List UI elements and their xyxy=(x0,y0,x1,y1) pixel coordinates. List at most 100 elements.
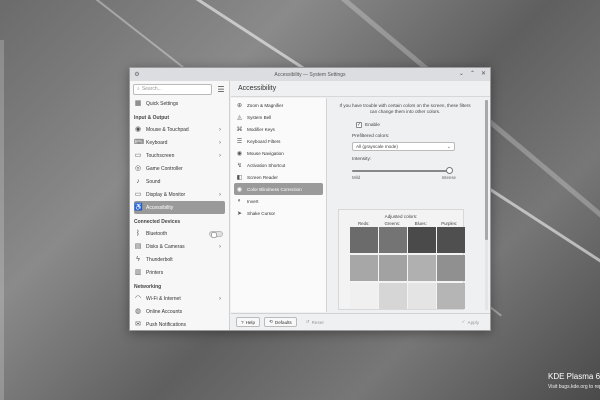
slider-labels: Mild Intense xyxy=(352,175,456,180)
intensity-label: Intensity: xyxy=(352,157,372,162)
category-item-activation-shortcut[interactable]: ↯ Activation Shortcut xyxy=(231,159,326,171)
footer-toolbar: ? Help ⟲ Defaults ↺ Reset ✓ Apply xyxy=(231,313,490,330)
color-column-header: Blues: xyxy=(414,221,427,226)
category-item-invert[interactable]: ◐ Invert xyxy=(231,195,326,207)
reset-button[interactable]: ↺ Reset xyxy=(301,317,329,327)
search-input[interactable]: ⌕ Search... xyxy=(133,83,212,95)
sidebar-item-online-accounts[interactable]: ◍ Online Accounts xyxy=(130,305,229,318)
prefiltered-select[interactable]: All (grayscale mode) ⌄ xyxy=(352,142,455,151)
sidebar-item-display-monitor[interactable]: ▭ Display & Monitor › xyxy=(130,188,229,201)
category-item-mouse-navigation[interactable]: ◉ Mouse Navigation xyxy=(231,147,326,159)
sidebar-item-mouse-touchpad[interactable]: ◉ Mouse & Touchpad › xyxy=(130,123,229,136)
sidebar-item-label: Sound xyxy=(146,178,161,185)
accessibility-icon: ♿ xyxy=(134,203,143,211)
intensity-slider[interactable] xyxy=(352,167,453,174)
bell-icon: ◬ xyxy=(237,114,242,121)
checkbox-check-icon[interactable]: ✓ xyxy=(356,122,362,128)
thunderbolt-icon: ϟ xyxy=(136,255,140,263)
gamepad-icon: ◎ xyxy=(134,164,142,172)
sidebar-item-keyboard[interactable]: ⌨ Keyboard › xyxy=(130,136,229,149)
category-item-color-blindness-correction[interactable]: ◉ Color Blindness Correction xyxy=(234,183,323,195)
category-item-shake-cursor[interactable]: ➤ Shake Cursor xyxy=(231,207,326,219)
sidebar: ⌕ Search... ☰ ▦ Quick Settings Input & Out… xyxy=(130,81,230,330)
slider-max-label: Intense xyxy=(441,175,456,180)
screen-reader-icon: ◧ xyxy=(236,174,243,181)
color-swatch xyxy=(379,255,407,281)
sidebar-item-accessibility[interactable]: ♿ Accessibility xyxy=(134,201,225,214)
kde-brand-title: KDE Plasma 6.6 xyxy=(548,372,600,381)
search-icon: ⌕ xyxy=(137,86,140,92)
sidebar-item-label: Keyboard xyxy=(146,139,168,146)
sidebar-toolbar: ⌕ Search... ☰ xyxy=(130,81,229,97)
sidebar-item-bluetooth[interactable]: ᛒ Bluetooth xyxy=(130,227,229,240)
description-text: If you have trouble with certain colors … xyxy=(339,103,471,114)
slider-handle[interactable] xyxy=(445,167,453,174)
category-item-label: Shake Cursor xyxy=(247,210,276,216)
accounts-icon: ◍ xyxy=(134,307,142,315)
sidebar-item-game-controller[interactable]: ◎ Game Controller xyxy=(130,162,229,175)
category-item-keyboard-filters[interactable]: ☰ Keyboard Filters xyxy=(231,135,326,147)
window-title: Accessibility — System Settings xyxy=(274,71,346,78)
sidebar-item-wi-fi-internet[interactable]: ◠ Wi-Fi & Internet › xyxy=(130,292,229,305)
category-item-label: System Bell xyxy=(247,114,272,120)
sidebar-item-printers[interactable]: ▥ Printers xyxy=(130,266,229,279)
color-swatch xyxy=(437,283,465,309)
chevron-right-icon: › xyxy=(219,139,221,146)
apply-button[interactable]: ✓ Apply xyxy=(457,317,484,327)
color-swatch xyxy=(408,227,436,253)
category-item-label: Mouse Navigation xyxy=(247,150,284,156)
invert-icon: ◐ xyxy=(237,198,242,204)
color-swatch xyxy=(350,255,378,281)
bluetooth-toggle[interactable] xyxy=(209,230,223,238)
filter-icon: ☰ xyxy=(236,138,243,145)
search-placeholder: Search... xyxy=(141,86,162,92)
hamburger-menu-icon[interactable]: ☰ xyxy=(216,85,226,94)
category-item-system-bell[interactable]: ◬ System Bell xyxy=(231,111,326,123)
sidebar-item-sound[interactable]: ♪ Sound xyxy=(130,175,229,188)
category-item-screen-reader[interactable]: ◧ Screen Reader xyxy=(231,171,326,183)
adjusted-colors-title: Adjusted colors: xyxy=(384,214,418,219)
category-item-label: Zoom & Magnifier xyxy=(247,102,284,108)
help-label: Help xyxy=(245,319,256,325)
scrollbar-thumb[interactable] xyxy=(485,100,488,240)
category-item-label: Activation Shortcut xyxy=(247,162,286,168)
chevron-right-icon: › xyxy=(219,191,221,198)
category-item-label: Invert xyxy=(247,198,259,204)
category-item-label: Screen Reader xyxy=(247,174,278,180)
sidebar-item-label: Display & Monitor xyxy=(146,191,186,198)
cursor-icon: ➤ xyxy=(236,210,243,217)
category-item-zoom-magnifier[interactable]: ⊕ Zoom & Magnifier xyxy=(231,99,326,111)
content-scrollbar[interactable] xyxy=(485,100,488,310)
key-icon: ⌘ xyxy=(236,126,243,133)
enable-checkbox[interactable]: ✓ Enable xyxy=(356,122,482,128)
color-column-header: Purples: xyxy=(441,221,458,226)
defaults-button[interactable]: ⟲ Defaults xyxy=(264,317,297,327)
monitor-icon: ▭ xyxy=(134,190,142,198)
eye-icon: ◉ xyxy=(236,186,243,193)
sidebar-item-touchscreen[interactable]: ▭ Touchscreen › xyxy=(130,149,229,162)
grid-icon: ▦ xyxy=(134,99,142,107)
notifications-icon: ✉ xyxy=(135,320,141,328)
minimize-icon[interactable]: ⌄ xyxy=(459,70,464,77)
sidebar-item-label: Wi-Fi & Internet xyxy=(146,295,181,302)
sidebar-item-thunderbolt[interactable]: ϟ Thunderbolt xyxy=(130,253,229,266)
slider-fill xyxy=(352,170,449,172)
window-controls: ⌄ ⌃ ✕ xyxy=(459,70,486,77)
wallpaper-streak xyxy=(0,40,4,400)
reset-label: Reset xyxy=(311,319,324,325)
window-titlebar[interactable]: ⚙ Accessibility — System Settings ⌄ ⌃ ✕ xyxy=(130,68,490,81)
touchscreen-icon: ▭ xyxy=(134,151,142,159)
defaults-icon: ⟲ xyxy=(269,319,273,324)
sidebar-item-disks-cameras[interactable]: ▤ Disks & Cameras › xyxy=(130,240,229,253)
help-button[interactable]: ? Help xyxy=(236,317,261,327)
sidebar-item-label: Bluetooth xyxy=(146,230,168,237)
prefiltered-select-value: All (grayscale mode) xyxy=(356,144,398,149)
category-item-modifier-keys[interactable]: ⌘ Modifier Keys xyxy=(231,123,326,135)
maximize-icon[interactable]: ⌃ xyxy=(470,70,475,77)
sidebar-section-title: Connected Devices xyxy=(134,219,181,225)
close-icon[interactable]: ✕ xyxy=(481,70,486,77)
sidebar-item-quick-settings[interactable]: ▦ Quick Settings xyxy=(130,97,229,110)
sidebar-item-push-notifications[interactable]: ✉ Push Notifications xyxy=(130,318,229,330)
apply-icon: ✓ xyxy=(461,319,466,324)
defaults-label: Defaults xyxy=(274,319,292,325)
